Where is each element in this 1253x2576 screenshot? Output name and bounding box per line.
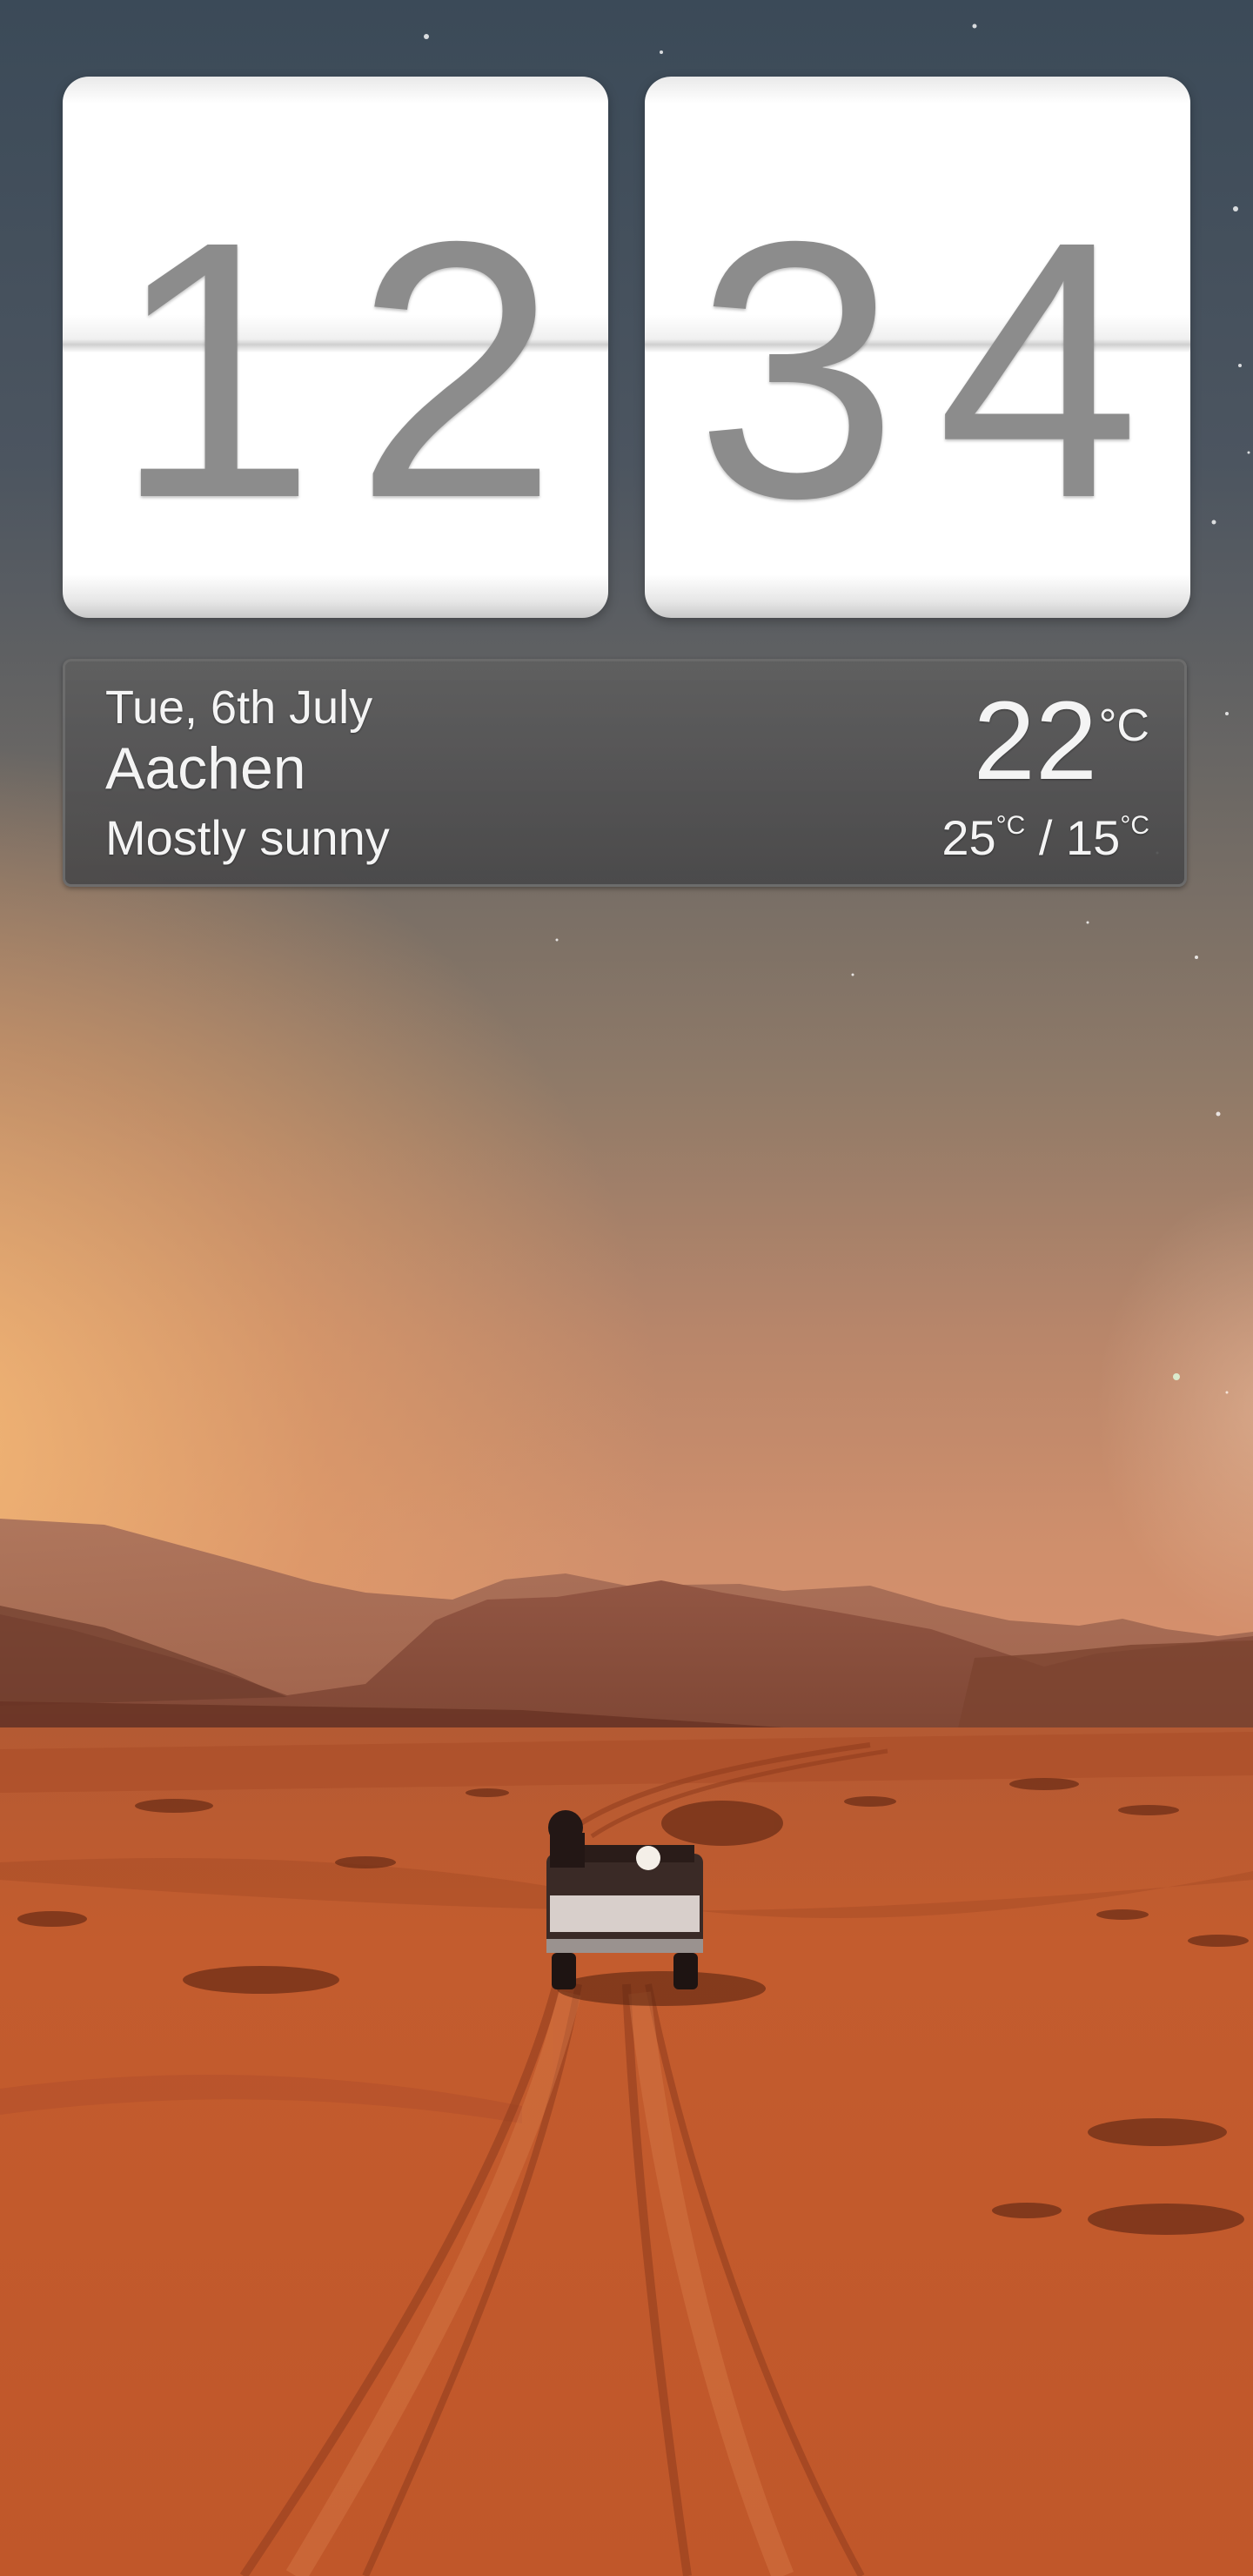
clock-hours-card[interactable]: 12: [63, 77, 608, 618]
low-temperature-unit: °C: [1120, 811, 1149, 840]
weather-condition: Mostly sunny: [105, 810, 390, 865]
weather-date: Tue, 6th July: [105, 681, 373, 734]
clock-minutes: 34: [694, 166, 1179, 574]
clock-hours: 12: [112, 166, 597, 574]
current-temperature: 22: [973, 679, 1097, 803]
low-temperature: 15: [1066, 810, 1121, 865]
weather-widget[interactable]: Tue, 6th July Aachen Mostly sunny 22 °C …: [63, 659, 1187, 887]
high-temperature-unit: °C: [995, 811, 1026, 840]
temperature-unit: °C: [1098, 701, 1149, 751]
clock-minutes-card[interactable]: 34: [645, 77, 1190, 618]
high-temperature: 25: [941, 810, 996, 865]
range-separator: /: [1038, 810, 1053, 865]
weather-city: Aachen: [105, 735, 306, 802]
temperature-range: 25°C / 15°C: [941, 809, 1149, 866]
